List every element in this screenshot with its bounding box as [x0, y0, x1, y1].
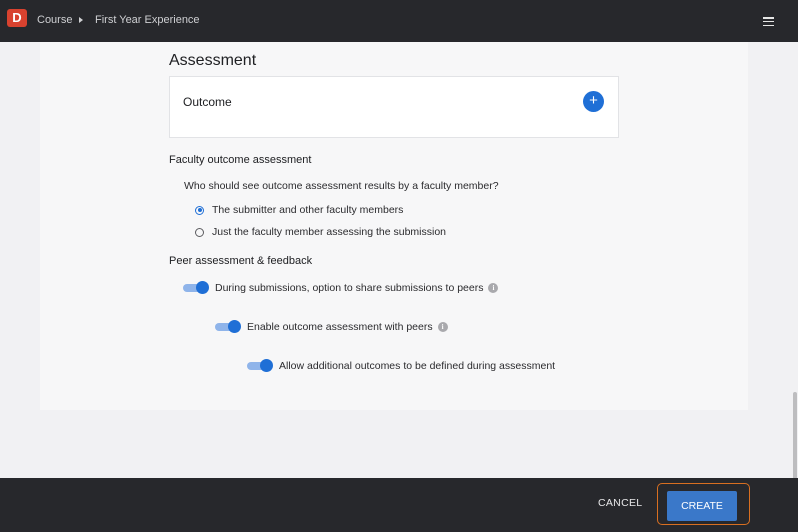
radio-label: Just the faculty member assessing the su… — [212, 226, 447, 238]
create-button[interactable]: CREATE — [667, 491, 737, 521]
toggle-row-peer-outcome-assessment: Enable outcome assessment with peers i — [215, 320, 448, 333]
toggle-row-share-submissions: During submissions, option to share subm… — [183, 281, 499, 294]
faculty-visibility-question: Who should see outcome assessment result… — [184, 180, 499, 192]
hamburger-menu-icon[interactable] — [763, 17, 774, 26]
radio-option-submitter-and-faculty[interactable]: The submitter and other faculty members — [195, 204, 403, 216]
info-icon[interactable]: i — [437, 321, 448, 332]
app-logo[interactable]: D — [7, 9, 27, 27]
share-submissions-toggle[interactable] — [183, 281, 209, 294]
add-outcome-button[interactable]: + — [583, 91, 604, 112]
additional-outcomes-toggle[interactable] — [247, 359, 273, 372]
breadcrumb-chevron-icon — [79, 17, 83, 23]
faculty-assessment-heading: Faculty outcome assessment — [169, 154, 312, 166]
section-title-assessment: Assessment — [169, 52, 257, 69]
toggle-row-additional-outcomes: Allow additional outcomes to be defined … — [247, 359, 560, 372]
outcome-box: Outcome + — [169, 76, 619, 138]
breadcrumb-current[interactable]: First Year Experience — [95, 14, 200, 26]
toggle-label: During submissions, option to share subm… — [215, 281, 484, 294]
toggle-label: Enable outcome assessment with peers — [247, 320, 433, 333]
radio-selected-icon[interactable] — [195, 205, 204, 215]
cancel-button[interactable]: CANCEL — [598, 497, 642, 509]
outcome-label: Outcome — [183, 95, 232, 109]
main-content: Assessment Outcome + Faculty outcome ass… — [0, 42, 798, 512]
radio-unselected-icon[interactable] — [195, 227, 204, 237]
top-navigation-bar: D Course First Year Experience — [0, 0, 798, 42]
breadcrumb-course[interactable]: Course — [37, 14, 72, 26]
create-button-highlight: CREATE — [657, 483, 750, 525]
peer-assessment-heading: Peer assessment & feedback — [169, 255, 313, 267]
toggle-label: Allow additional outcomes to be defined … — [279, 359, 556, 372]
action-footer: CANCEL CREATE — [0, 478, 798, 532]
info-icon[interactable]: i — [488, 282, 499, 293]
radio-label: The submitter and other faculty members — [212, 204, 404, 216]
settings-panel: Assessment Outcome + Faculty outcome ass… — [40, 42, 748, 410]
radio-option-assessing-faculty-only[interactable]: Just the faculty member assessing the su… — [195, 226, 446, 238]
peer-outcome-assessment-toggle[interactable] — [215, 320, 241, 333]
